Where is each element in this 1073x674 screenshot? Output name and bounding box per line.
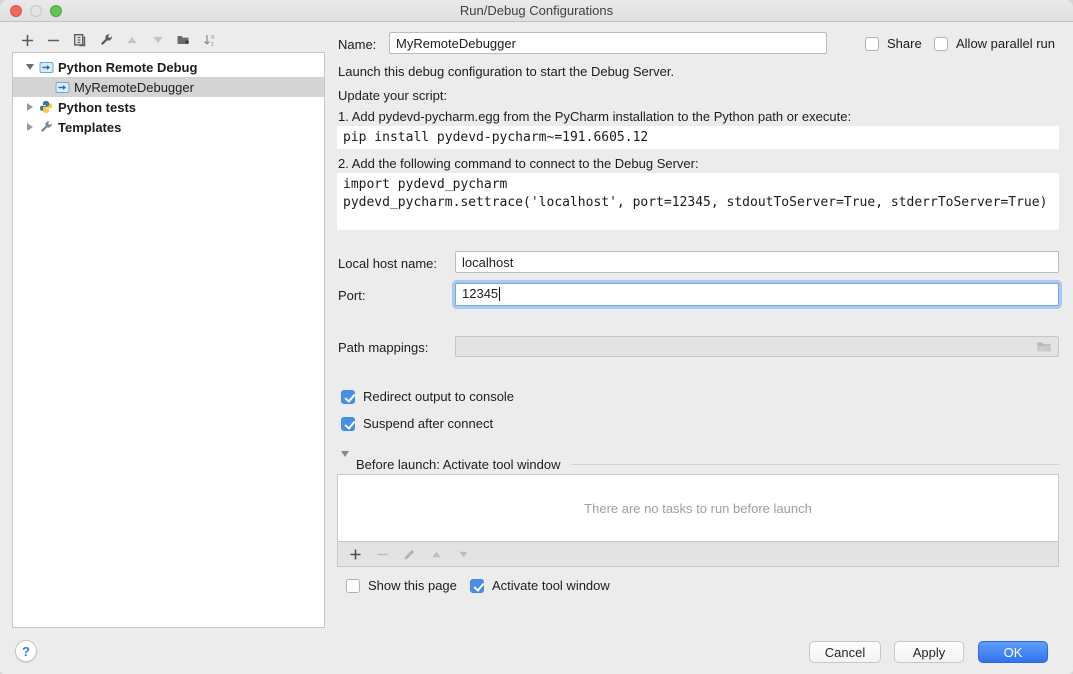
- share-option: Share: [865, 36, 922, 51]
- activate-tool-window-checkbox[interactable]: [470, 579, 484, 593]
- tree-item-python-tests[interactable]: Python tests: [13, 97, 324, 117]
- pip-install-code: pip install pydevd-pycharm~=191.6605.12: [337, 126, 1059, 149]
- before-launch-header[interactable]: Before launch: Activate tool window: [341, 457, 1059, 472]
- allow-parallel-run-option: Allow parallel run: [934, 36, 1055, 51]
- description-step-1: 1. Add pydevd-pycharm.egg from the PyCha…: [338, 109, 851, 124]
- chevron-expanded-icon[interactable]: [341, 457, 349, 472]
- ok-button[interactable]: OK: [978, 641, 1048, 663]
- tree-item-python-remote-debug[interactable]: Python Remote Debug: [13, 57, 324, 77]
- edit-defaults-wrench-icon[interactable]: [98, 33, 113, 48]
- share-label: Share: [887, 36, 922, 51]
- redirect-output-label: Redirect output to console: [363, 389, 514, 404]
- help-question-mark: ?: [22, 644, 30, 659]
- suspend-after-connect-checkbox[interactable]: [341, 417, 355, 431]
- settrace-code-line-1: import pydevd_pycharm: [343, 177, 507, 192]
- remote-debug-icon: [37, 61, 55, 74]
- remove-configuration-button[interactable]: [46, 33, 61, 48]
- chevron-collapsed-icon[interactable]: [23, 123, 37, 131]
- move-task-up-icon[interactable]: [429, 547, 444, 562]
- name-label: Name:: [338, 37, 376, 52]
- tree-item-label: MyRemoteDebugger: [71, 80, 194, 95]
- settrace-code: import pydevd_pycharm pydevd_pycharm.set…: [337, 173, 1059, 230]
- description-line-1: Launch this debug configuration to start…: [338, 64, 674, 79]
- remove-task-button[interactable]: [375, 547, 390, 562]
- redirect-output-checkbox[interactable]: [341, 390, 355, 404]
- local-host-name-label: Local host name:: [338, 256, 437, 271]
- window-title: Run/Debug Configurations: [0, 3, 1073, 18]
- python-icon: [37, 100, 55, 114]
- edit-task-pencil-icon[interactable]: [402, 547, 417, 562]
- path-mappings-input[interactable]: [455, 336, 1059, 357]
- svg-text:z: z: [211, 42, 214, 48]
- tasks-toolbar: [337, 542, 1059, 567]
- suspend-after-connect-label: Suspend after connect: [363, 416, 493, 431]
- tree-item-label: Python tests: [55, 100, 136, 115]
- move-up-icon[interactable]: [124, 33, 139, 48]
- activate-tool-window-option: Activate tool window: [470, 578, 610, 593]
- configurations-tree: Python Remote Debug MyRemoteDebugger Pyt…: [12, 52, 325, 628]
- allow-parallel-run-label: Allow parallel run: [956, 36, 1055, 51]
- tree-item-label: Templates: [55, 120, 121, 135]
- text-caret: [499, 287, 500, 301]
- chevron-expanded-icon[interactable]: [23, 64, 37, 70]
- help-button[interactable]: ?: [15, 640, 37, 662]
- show-this-page-label: Show this page: [368, 578, 457, 593]
- tree-item-myremotedebugger[interactable]: MyRemoteDebugger: [13, 77, 324, 97]
- port-input[interactable]: 12345: [455, 283, 1059, 306]
- remote-debug-icon: [53, 81, 71, 94]
- port-value: 12345: [462, 286, 498, 301]
- allow-parallel-run-checkbox[interactable]: [934, 37, 948, 51]
- add-task-button[interactable]: [348, 547, 363, 562]
- suspend-after-connect-option: Suspend after connect: [341, 416, 493, 431]
- svg-text:a: a: [211, 35, 215, 41]
- before-launch-tasks-list[interactable]: There are no tasks to run before launch: [337, 474, 1059, 542]
- description-step-2: 2. Add the following command to connect …: [338, 156, 699, 171]
- show-this-page-checkbox[interactable]: [346, 579, 360, 593]
- sort-alphabetically-icon[interactable]: az: [202, 33, 217, 48]
- copy-configuration-icon[interactable]: [72, 33, 87, 48]
- run-debug-configurations-dialog: Run/Debug Configurations az: [0, 0, 1073, 674]
- add-configuration-button[interactable]: [20, 33, 35, 48]
- before-launch-title: Before launch: Activate tool window: [356, 457, 561, 472]
- title-bar[interactable]: Run/Debug Configurations: [0, 0, 1073, 22]
- apply-button[interactable]: Apply: [894, 641, 964, 663]
- redirect-output-option: Redirect output to console: [341, 389, 514, 404]
- tree-item-templates[interactable]: Templates: [13, 117, 324, 137]
- activate-tool-window-label: Activate tool window: [492, 578, 610, 593]
- name-input[interactable]: [389, 32, 827, 54]
- local-host-name-input[interactable]: [455, 251, 1059, 273]
- path-mappings-label: Path mappings:: [338, 340, 428, 355]
- description-line-2: Update your script:: [338, 88, 447, 103]
- browse-folder-icon[interactable]: [1036, 340, 1052, 353]
- move-down-icon[interactable]: [150, 33, 165, 48]
- cancel-button[interactable]: Cancel: [809, 641, 881, 663]
- move-task-down-icon[interactable]: [456, 547, 471, 562]
- tree-item-label: Python Remote Debug: [55, 60, 197, 75]
- chevron-collapsed-icon[interactable]: [23, 103, 37, 111]
- share-checkbox[interactable]: [865, 37, 879, 51]
- section-divider: [571, 464, 1059, 465]
- port-label: Port:: [338, 288, 365, 303]
- show-this-page-option: Show this page: [346, 578, 457, 593]
- settrace-code-line-2: pydevd_pycharm.settrace('localhost', por…: [343, 195, 1047, 210]
- new-folder-icon[interactable]: [176, 33, 191, 48]
- no-tasks-message: There are no tasks to run before launch: [584, 501, 812, 516]
- configurations-toolbar: az: [20, 30, 217, 50]
- wrench-icon: [37, 120, 55, 134]
